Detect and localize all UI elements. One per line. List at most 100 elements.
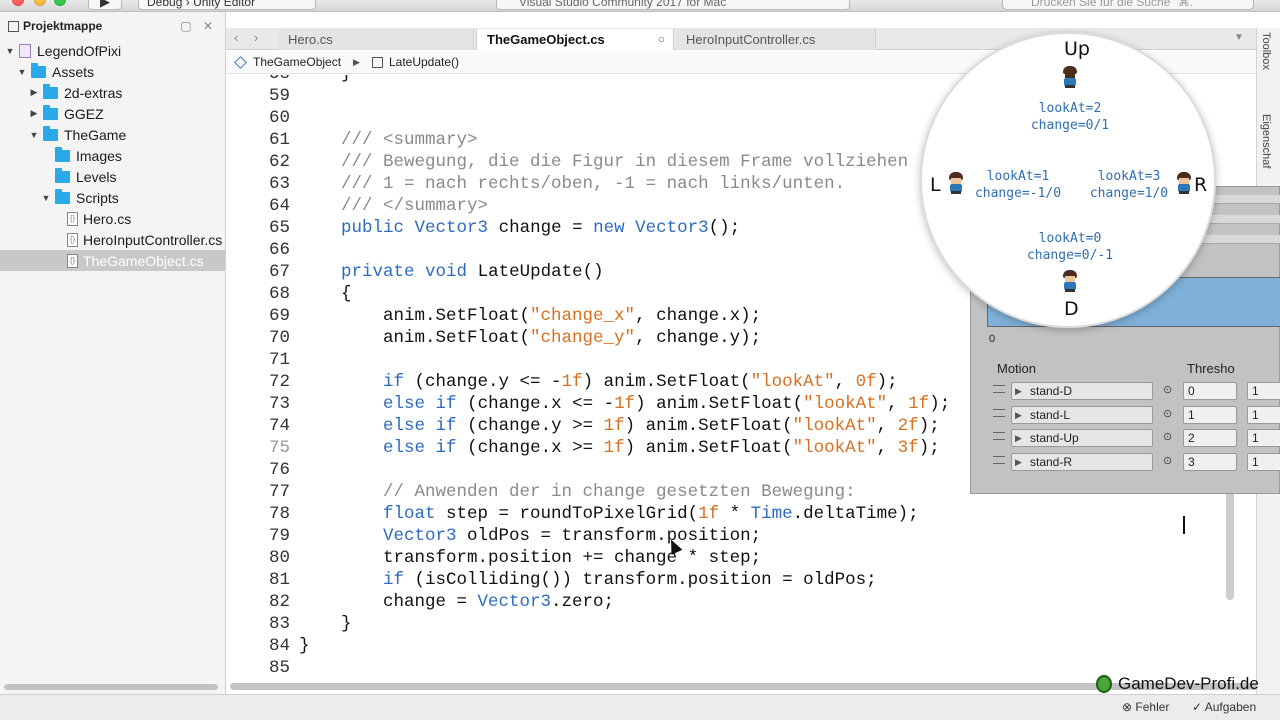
code-line[interactable]: 80 transform.position += change * step;	[226, 547, 1260, 569]
motion-field[interactable]: stand-D	[1011, 382, 1153, 400]
maximize-window-button[interactable]	[54, 0, 66, 6]
tab-label: Hero.cs	[288, 32, 333, 47]
breadcrumb-method[interactable]: LateUpdate()	[389, 51, 459, 74]
folder-icon	[43, 83, 58, 99]
motion-row[interactable]: stand-R ⊙ 31	[987, 452, 1280, 475]
drag-handle-icon[interactable]	[993, 432, 1005, 440]
minimize-window-button[interactable]	[34, 0, 46, 6]
drag-handle-icon[interactable]	[993, 408, 1005, 417]
nav-forward-icon[interactable]: ›	[254, 28, 258, 48]
tree-item[interactable]: ▶ 2d-extras	[0, 82, 225, 103]
expand-down-icon[interactable]: ▼	[40, 193, 52, 203]
right-note: lookAt=3 change=1/0	[1082, 168, 1176, 202]
tab-close-icon[interactable]: ○	[658, 29, 665, 50]
picker-icon[interactable]: ⊙	[1163, 430, 1172, 443]
errors-button[interactable]: ⊗ Fehler	[1122, 700, 1169, 714]
config-separator: ›	[185, 0, 190, 9]
motion-row[interactable]: stand-D ⊙ 01	[987, 381, 1280, 404]
threshold-field[interactable]: 3	[1183, 452, 1237, 471]
picker-icon[interactable]: ⊙	[1163, 454, 1172, 467]
line-number: 68	[268, 284, 290, 304]
code-line[interactable]: 81 if (isColliding()) transform.position…	[226, 569, 1260, 591]
code-line[interactable]: 84}	[226, 635, 1260, 657]
line-number: 60	[268, 108, 290, 128]
code-text: // Anwenden der in change gesetzten Bewe…	[383, 482, 856, 502]
tab-thegameobject-cs[interactable]: TheGameObject.cs ○	[476, 29, 674, 50]
drag-handle-icon[interactable]	[993, 455, 1005, 464]
tree-item[interactable]: ▶ GGEZ	[0, 103, 225, 124]
tab-heroinputcontroller-cs[interactable]: HeroInputController.cs	[676, 29, 876, 50]
motion-field[interactable]: stand-Up	[1011, 429, 1153, 447]
code-line[interactable]: 79 Vector3 oldPos = transform.position;	[226, 525, 1260, 547]
line-number: 83	[268, 614, 290, 634]
drag-handle-icon[interactable]	[993, 385, 1005, 393]
search-input[interactable]: Drücken Sie für die Suche "⌘."	[1002, 0, 1254, 10]
line-number: 64	[268, 196, 290, 216]
speed-field[interactable]: 1	[1247, 405, 1280, 424]
threshold-field[interactable]: 2	[1183, 429, 1237, 447]
solution-icon	[19, 43, 31, 58]
pad-controls[interactable]: ▢ ✕	[180, 19, 217, 33]
line-number: 85	[268, 658, 290, 678]
speed-field[interactable]: 1	[1247, 452, 1280, 471]
tree-item[interactable]: {} Hero.cs	[0, 208, 225, 229]
speed-field[interactable]: 1	[1247, 382, 1280, 400]
line-number: 69	[268, 306, 290, 326]
line-number: 67	[268, 262, 290, 282]
tree-item[interactable]: Images	[0, 145, 225, 166]
code-line[interactable]: 83 }	[226, 613, 1260, 635]
error-icon: ⊗	[1122, 700, 1136, 714]
code-text: /// <summary>	[341, 130, 478, 150]
motion-field[interactable]: stand-L	[1011, 405, 1153, 424]
folder-icon	[31, 62, 46, 78]
folder-icon	[55, 167, 70, 183]
tab-hero-cs[interactable]: Hero.cs	[278, 29, 474, 50]
nav-back-icon[interactable]: ‹	[234, 28, 238, 48]
tree-item[interactable]: {} TheGameObject.cs	[0, 250, 225, 271]
tree-item[interactable]: ▼ Scripts	[0, 187, 225, 208]
close-window-button[interactable]	[12, 0, 24, 6]
tab-dropdown-icon[interactable]: ▼	[1234, 28, 1244, 48]
properties-tab[interactable]: Eigenschaf	[1260, 114, 1272, 168]
line-number: 74	[268, 416, 290, 436]
picker-icon[interactable]: ⊙	[1163, 407, 1172, 420]
tree-item[interactable]: ▼ Assets	[0, 61, 225, 82]
hero-sprite-right	[1176, 172, 1192, 194]
configuration-selector[interactable]: Debug › Unity Editor	[138, 0, 316, 10]
motion-row[interactable]: stand-Up ⊙ 21	[987, 428, 1280, 451]
tree-item-label: HeroInputController.cs	[83, 231, 223, 248]
motion-row[interactable]: stand-L ⊙ 11	[987, 405, 1280, 428]
expand-down-icon[interactable]: ▼	[16, 67, 28, 77]
threshold-field[interactable]: 1	[1183, 405, 1237, 424]
sidebar-scrollbar[interactable]	[4, 684, 218, 690]
code-text: private void LateUpdate()	[341, 262, 604, 282]
solution-pad-title: Projektmappe	[23, 19, 103, 33]
blend-axis-zero: 0	[989, 333, 996, 345]
code-text: /// </summary>	[341, 196, 489, 216]
picker-icon[interactable]: ⊙	[1163, 383, 1172, 396]
expand-right-icon[interactable]: ▶	[28, 108, 40, 119]
errors-label: Fehler	[1135, 700, 1170, 714]
down-note: lookAt=0 change=0/-1	[1008, 230, 1132, 264]
threshold-field[interactable]: 0	[1183, 382, 1237, 400]
solution-tree: ▼ LegendOfPixi ▼ Assets ▶ 2d-extras ▶ GGEZ ▼ TheG…	[0, 40, 225, 271]
code-text: anim.SetFloat("change_x", change.x);	[299, 306, 762, 326]
run-button[interactable]: ▶	[88, 0, 122, 10]
line-number: 59	[268, 86, 290, 106]
tree-item[interactable]: ▼ TheGame	[0, 124, 225, 145]
tree-item[interactable]: {} HeroInputController.cs	[0, 229, 225, 250]
motion-field[interactable]: stand-R	[1011, 452, 1153, 471]
breadcrumb-class[interactable]: TheGameObject	[253, 51, 341, 74]
code-line[interactable]: 82 change = Vector3.zero;	[226, 591, 1260, 613]
down-note-change: change=0/-1	[1026, 248, 1114, 263]
expand-right-icon[interactable]: ▶	[28, 87, 40, 98]
down-letter: D	[1064, 298, 1079, 320]
tree-item[interactable]: ▼ LegendOfPixi	[0, 40, 225, 61]
expand-down-icon[interactable]: ▼	[28, 130, 40, 140]
speed-field[interactable]: 1	[1247, 429, 1280, 447]
tasks-button[interactable]: ✓ Aufgaben	[1192, 700, 1256, 714]
expand-down-icon[interactable]: ▼	[4, 46, 16, 56]
tree-item[interactable]: Levels	[0, 166, 225, 187]
code-line[interactable]: 78 float step = roundToPixelGrid(1f * Ti…	[226, 503, 1260, 525]
toolbox-tab[interactable]: Toolbox	[1260, 32, 1272, 70]
